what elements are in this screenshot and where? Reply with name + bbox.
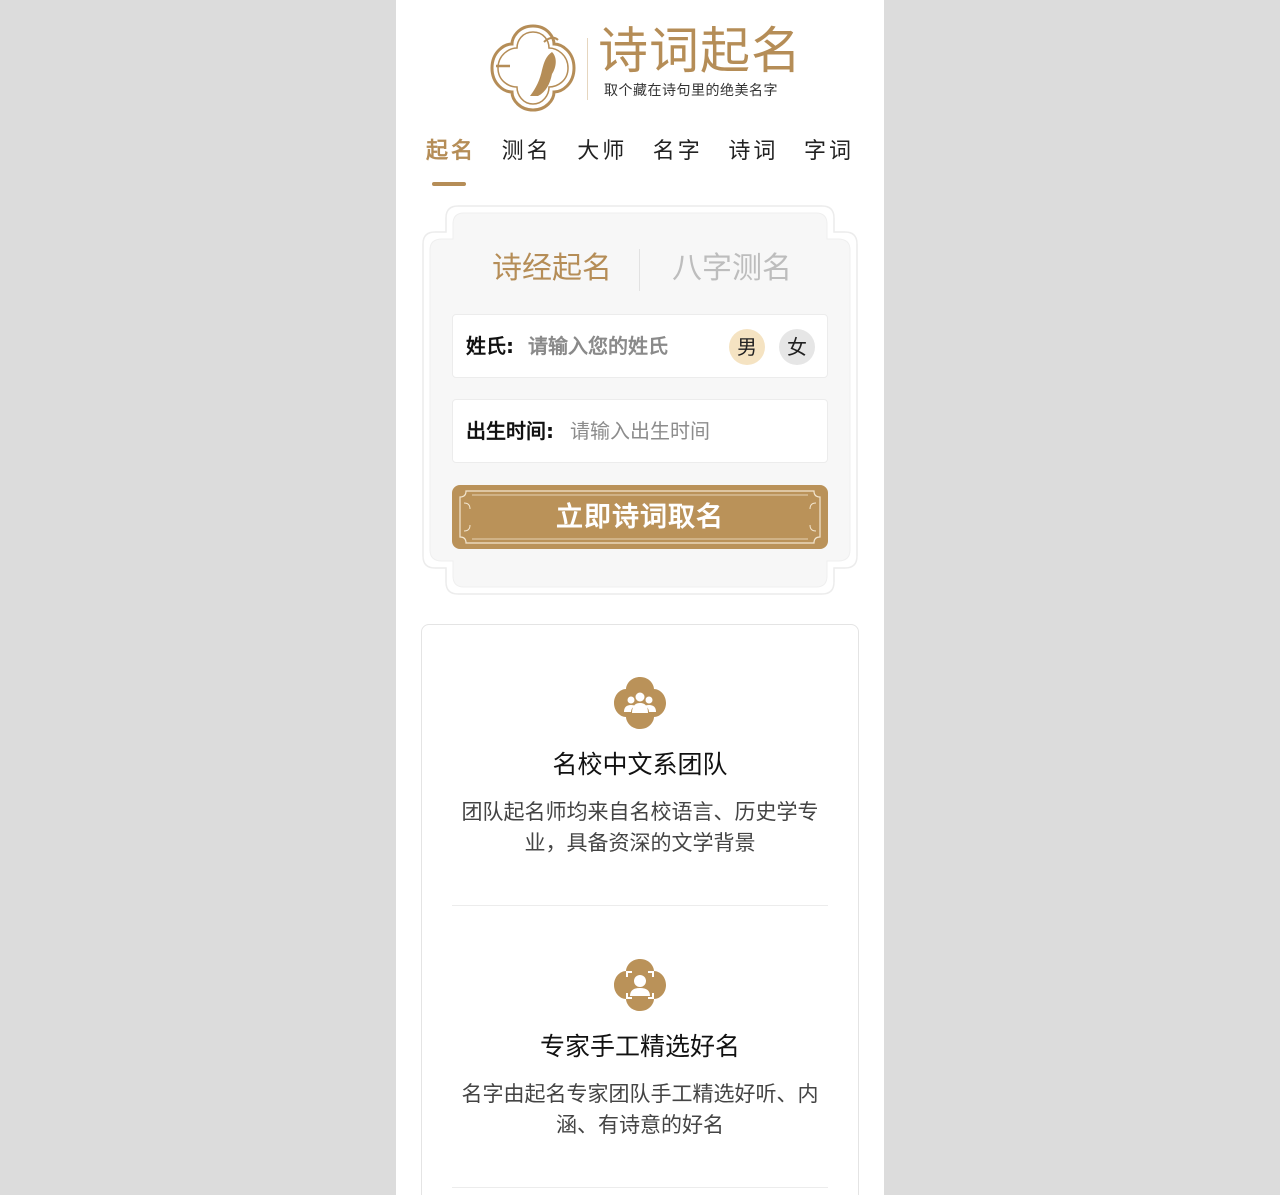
surname-input[interactable] bbox=[528, 331, 713, 361]
page: 诗词起名 取个藏在诗句里的绝美名字 起名 测名 大师 名字 诗词 字词 诗经起名… bbox=[396, 0, 884, 1195]
submit-naming-button[interactable]: 立即诗词取名 bbox=[452, 485, 828, 549]
birth-input[interactable] bbox=[570, 416, 810, 446]
naming-form-card: 诗经起名 八字测名 姓氏: 男 女 出生时间: 立即诗词取名 bbox=[422, 205, 858, 595]
logo-divider bbox=[587, 38, 588, 100]
feature-description: 团队起名师均来自名校语言、历史学专业，具备资深的文学背景 bbox=[461, 800, 819, 855]
tab-shijing-qiming[interactable]: 诗经起名 bbox=[492, 249, 612, 289]
team-icon bbox=[612, 675, 668, 731]
form-tabs: 诗经起名 八字测名 bbox=[448, 235, 828, 305]
gender-female-option[interactable]: 女 bbox=[779, 329, 815, 365]
submit-label: 立即诗词取名 bbox=[556, 502, 724, 532]
logo-subtitle: 取个藏在诗句里的绝美名字 bbox=[604, 83, 778, 99]
nav-item-mingzi[interactable]: 名字 bbox=[653, 136, 703, 176]
feature-divider bbox=[452, 1187, 828, 1188]
main-nav: 起名 测名 大师 名字 诗词 字词 bbox=[426, 136, 854, 186]
surname-field-row: 姓氏: 男 女 bbox=[452, 314, 828, 378]
feature-title: 专家手工精选好名 bbox=[539, 1032, 740, 1061]
nav-item-ceming[interactable]: 测名 bbox=[502, 136, 552, 176]
nav-item-dashi[interactable]: 大师 bbox=[577, 136, 627, 176]
tab-divider bbox=[639, 249, 640, 291]
nav-item-shici[interactable]: 诗词 bbox=[728, 136, 778, 176]
features-card: 名校中文系团队 团队起名师均来自名校语言、历史学专业，具备资深的文学背景 专家手… bbox=[421, 624, 859, 1195]
surname-label: 姓氏: bbox=[466, 334, 514, 358]
nav-item-ciyu[interactable]: 字词 bbox=[804, 136, 854, 176]
logo-emblem-icon bbox=[488, 22, 578, 114]
logo-title: 诗词起名 bbox=[598, 22, 802, 80]
gender-male-option[interactable]: 男 bbox=[729, 329, 765, 365]
feature-divider bbox=[452, 905, 828, 906]
feature-description: 名字由起名专家团队手工精选好听、内涵、有诗意的好名 bbox=[461, 1082, 819, 1137]
feature-title: 名校中文系团队 bbox=[552, 750, 728, 779]
tab-bazi-ceming[interactable]: 八字测名 bbox=[672, 249, 792, 289]
birth-field-row: 出生时间: bbox=[452, 399, 828, 463]
nav-item-qiming[interactable]: 起名 bbox=[426, 136, 476, 186]
birth-label: 出生时间: bbox=[466, 419, 554, 443]
expert-icon bbox=[612, 957, 668, 1013]
